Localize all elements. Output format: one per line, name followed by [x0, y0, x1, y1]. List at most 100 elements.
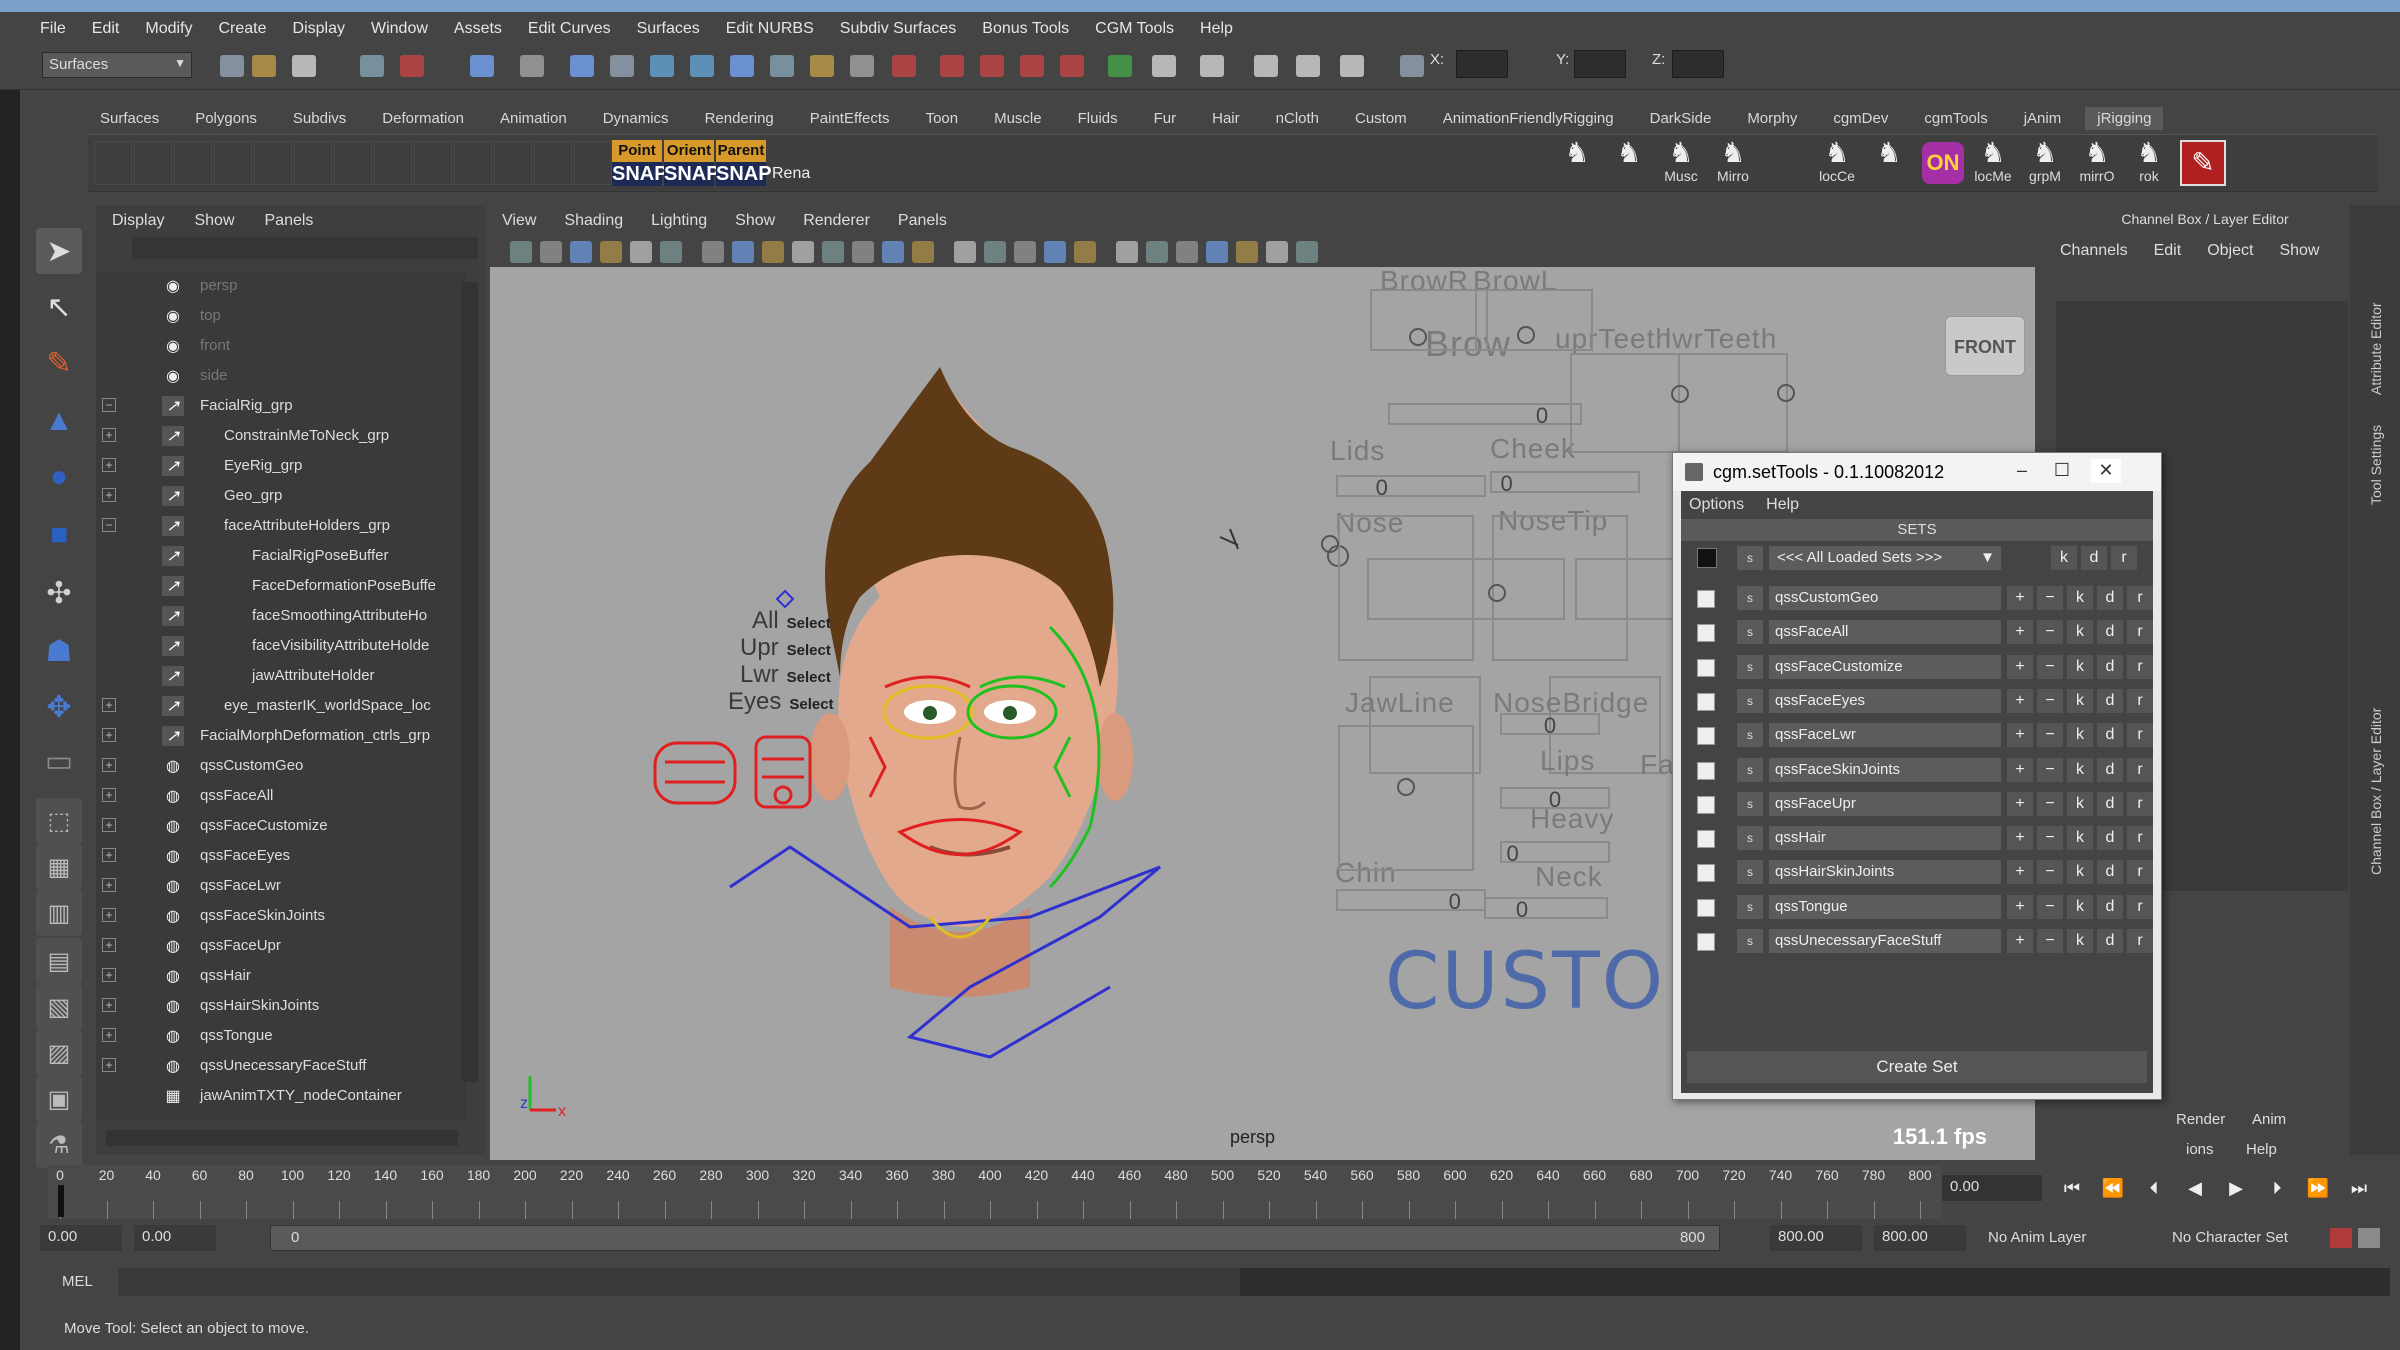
- viewport-tool-icon[interactable]: [1266, 241, 1288, 263]
- set-delete-key-button[interactable]: d: [2097, 620, 2123, 645]
- menu-cgm-tools[interactable]: CGM Tools: [1095, 20, 1174, 38]
- slider-handle-icon[interactable]: [1671, 385, 1689, 403]
- shelf-tab-subdivs[interactable]: Subdivs: [293, 110, 346, 127]
- set-select-button[interactable]: s: [1737, 826, 1763, 851]
- set-delete-key-button[interactable]: d: [2097, 826, 2123, 851]
- expand-toggle-icon[interactable]: +: [102, 908, 116, 922]
- layout-single-icon[interactable]: ⬚: [36, 798, 82, 844]
- on-toggle-button[interactable]: ON: [1922, 142, 1964, 184]
- expand-toggle-icon[interactable]: +: [102, 1028, 116, 1042]
- step-back-icon[interactable]: ⏴: [2140, 1174, 2168, 1202]
- viewport-tool-icon[interactable]: [1176, 241, 1198, 263]
- character-set-dropdown[interactable]: No Character Set: [2172, 1229, 2288, 1246]
- status-icon-3[interactable]: [360, 55, 384, 77]
- outliner-layout-icon[interactable]: ▤: [36, 938, 82, 984]
- shelf-tab-dynamics[interactable]: Dynamics: [603, 110, 669, 127]
- set-name[interactable]: qssFaceUpr: [1769, 791, 2001, 816]
- status-icon-4[interactable]: [400, 55, 424, 77]
- playback-start-field[interactable]: 0.00: [134, 1225, 216, 1251]
- viewport-tool-icon[interactable]: [1044, 241, 1066, 263]
- outliner-row[interactable]: ↗ FaceDeformationPoseBuffe: [96, 571, 466, 601]
- time-slider[interactable]: 0 20 40 60 80 100 120 140 160 180 200 220 240 260 280 3…: [48, 1165, 1942, 1219]
- status-icon-1[interactable]: [252, 55, 276, 77]
- anim-layer-dropdown[interactable]: No Anim Layer: [1988, 1229, 2086, 1246]
- expand-toggle-icon[interactable]: −: [102, 518, 116, 532]
- set-reset-button[interactable]: r: [2127, 723, 2153, 748]
- set-checkbox[interactable]: [1697, 658, 1715, 677]
- set-delete-key-button[interactable]: d: [2097, 791, 2123, 816]
- set-delete-key-button[interactable]: d: [2097, 586, 2123, 610]
- status-icon-23[interactable]: [1254, 55, 1278, 77]
- viewport-menu-renderer[interactable]: Renderer: [803, 212, 870, 230]
- outliner-row[interactable]: + ◍ qssFaceCustomize: [96, 811, 466, 841]
- set-checkbox[interactable]: [1697, 727, 1715, 746]
- status-icon-17[interactable]: [980, 55, 1004, 77]
- key-tool-icon[interactable]: ✎: [2180, 140, 2226, 186]
- playback-end-field[interactable]: 800.00: [1770, 1225, 1862, 1251]
- viewport-tool-icon[interactable]: [510, 241, 532, 263]
- set-add-button[interactable]: +: [2007, 860, 2033, 885]
- set-key-button[interactable]: k: [2067, 586, 2093, 610]
- layer-menu-options[interactable]: ions: [2186, 1141, 2214, 1158]
- shelf-tab-ncloth[interactable]: nCloth: [1276, 110, 1319, 127]
- set-remove-button[interactable]: −: [2037, 894, 2063, 919]
- set-name[interactable]: qssFaceLwr: [1769, 723, 2001, 748]
- set-select-button[interactable]: s: [1737, 723, 1763, 748]
- viewport-tool-icon[interactable]: [570, 241, 592, 263]
- set-key-button[interactable]: k: [2067, 860, 2093, 885]
- outliner-row[interactable]: − ↗ FacialRig_grp: [96, 391, 466, 421]
- play-forward-icon[interactable]: ▶: [2222, 1174, 2250, 1202]
- viewport-tool-icon[interactable]: [762, 241, 784, 263]
- expand-toggle-icon[interactable]: +: [102, 938, 116, 952]
- reset-all-button[interactable]: r: [2111, 546, 2137, 570]
- set-add-button[interactable]: +: [2007, 688, 2033, 713]
- hypershade-layout-icon[interactable]: ▨: [36, 1030, 82, 1076]
- outliner-row[interactable]: + ◍ qssFaceAll: [96, 781, 466, 811]
- select-button[interactable]: Select: [789, 696, 833, 713]
- universal-tool-icon[interactable]: ✣: [36, 570, 82, 616]
- snap-orient-button[interactable]: Orient SNAP: [664, 140, 720, 186]
- outliner-row[interactable]: ↗ faceSmoothingAttributeHo: [96, 601, 466, 631]
- outliner-row[interactable]: − ↗ faceAttributeHolders_grp: [96, 511, 466, 541]
- outliner-row[interactable]: ◉ persp: [96, 271, 466, 301]
- current-frame-field[interactable]: 0.00: [1942, 1175, 2042, 1201]
- menu-window[interactable]: Window: [371, 20, 428, 38]
- shelf-script-3[interactable]: ♞ Mirro: [1708, 138, 1758, 185]
- snap-parent-button[interactable]: Parent SNAP: [716, 140, 772, 186]
- shelf-tab-painteffects[interactable]: PaintEffects: [810, 110, 890, 127]
- tab-anim[interactable]: Anim: [2252, 1111, 2286, 1128]
- outliner-row[interactable]: + ◍ qssFaceLwr: [96, 871, 466, 901]
- outliner-row[interactable]: + ◍ qssCustomGeo: [96, 751, 466, 781]
- shelf-tab-fluids[interactable]: Fluids: [1078, 110, 1118, 127]
- status-icon-26[interactable]: [1400, 55, 1424, 77]
- set-delete-key-button[interactable]: d: [2097, 860, 2123, 885]
- tab-render[interactable]: Render: [2176, 1111, 2225, 1128]
- slider-track[interactable]: 0: [1500, 841, 1610, 866]
- set-add-button[interactable]: +: [2007, 894, 2033, 919]
- outliner-row[interactable]: + ↗ EyeRig_grp: [96, 451, 466, 481]
- set-name[interactable]: qssHair: [1769, 826, 2001, 851]
- status-icon-11[interactable]: [730, 55, 754, 77]
- set-remove-button[interactable]: −: [2037, 757, 2063, 782]
- shelf-script-0[interactable]: ♞: [1552, 138, 1602, 168]
- viewport-tool-icon[interactable]: [732, 241, 754, 263]
- viewport-tool-icon[interactable]: [912, 241, 934, 263]
- y-field[interactable]: [1574, 50, 1626, 78]
- viewport-menu-lighting[interactable]: Lighting: [651, 212, 707, 230]
- viewport-tool-icon[interactable]: [1116, 241, 1138, 263]
- set-reset-button[interactable]: r: [2127, 654, 2153, 679]
- set-remove-button[interactable]: −: [2037, 860, 2063, 885]
- shelf-tab-jrigging[interactable]: jRigging: [2085, 106, 2164, 130]
- viewport-tool-icon[interactable]: [630, 241, 652, 263]
- slider-track[interactable]: 0: [1336, 889, 1486, 914]
- snap-point-button[interactable]: Point SNAP: [612, 140, 668, 186]
- outliner-row[interactable]: + ◍ qssFaceEyes: [96, 841, 466, 871]
- shelf-script-1[interactable]: ♞: [1604, 138, 1654, 168]
- shelf-script-5[interactable]: ♞: [1864, 138, 1914, 168]
- set-add-button[interactable]: +: [2007, 929, 2033, 953]
- menu-create[interactable]: Create: [218, 20, 266, 38]
- viewport-tool-icon[interactable]: [1074, 241, 1096, 263]
- menu-help[interactable]: Help: [1200, 20, 1233, 38]
- shelf-script-8[interactable]: ♞ mirrO: [2072, 138, 2122, 185]
- set-add-button[interactable]: +: [2007, 654, 2033, 679]
